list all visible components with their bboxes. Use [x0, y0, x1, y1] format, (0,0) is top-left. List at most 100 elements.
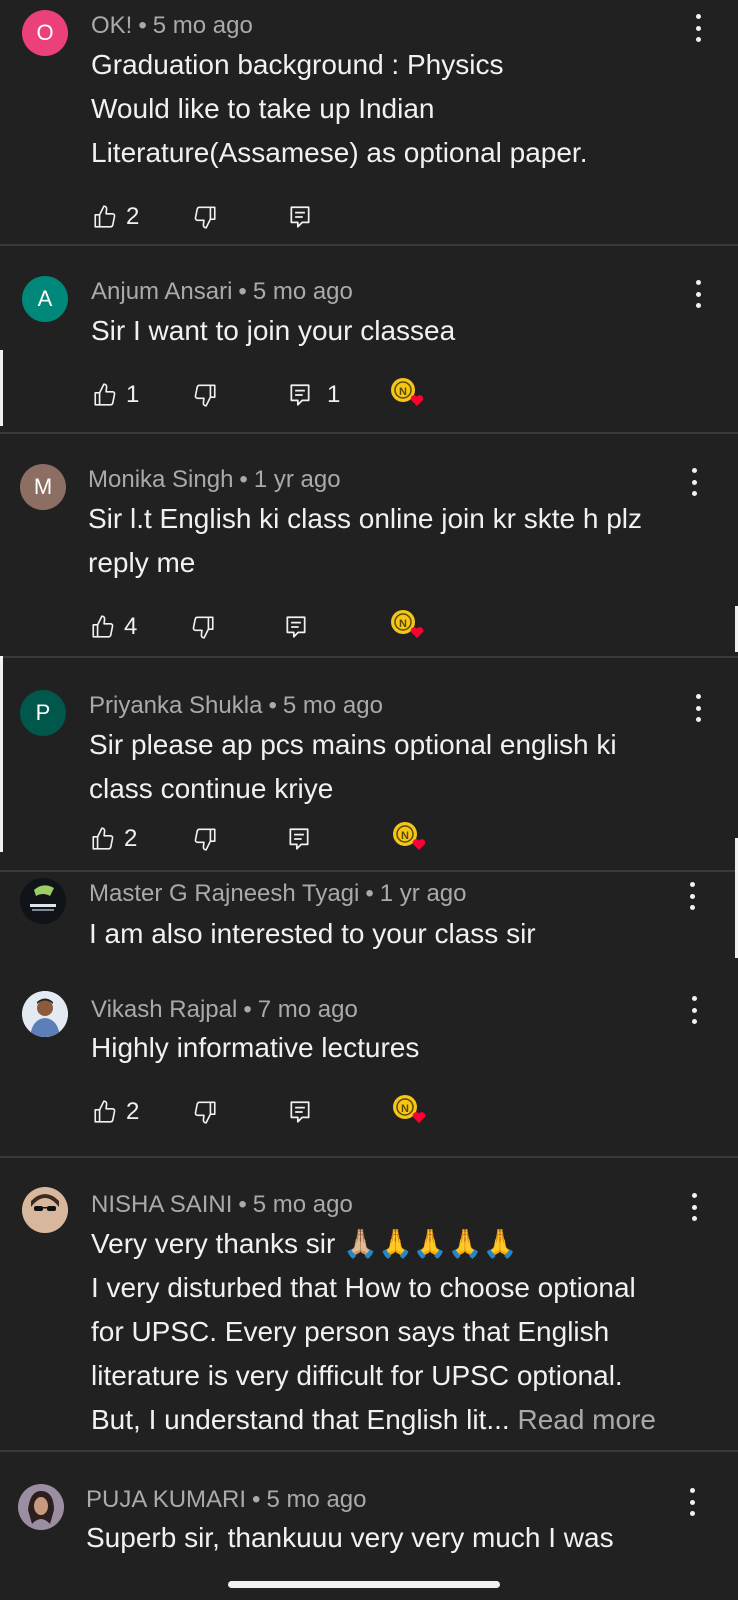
avatar[interactable]: M: [20, 464, 66, 510]
comment-meta: PUJA KUMARI • 5 mo ago: [86, 1486, 367, 1513]
author-name[interactable]: Priyanka Shukla: [89, 692, 262, 719]
creator-heart-icon: N: [393, 1095, 426, 1123]
comment-time: 7 mo ago: [257, 996, 358, 1023]
comment-time: 5 mo ago: [252, 1191, 353, 1218]
comment-text: Sir l.t English ki class online join kr …: [88, 497, 698, 585]
comment-line: literature is very difficult for UPSC op…: [91, 1360, 623, 1391]
more-options-icon[interactable]: [692, 280, 704, 308]
author-name[interactable]: Monika Singh: [88, 466, 233, 493]
comment-text: Very very thanks sir 🙏🏼🙏🙏🙏🙏 I very distu…: [91, 1222, 698, 1442]
more-options-icon[interactable]: [688, 468, 700, 496]
more-options-icon[interactable]: [692, 14, 704, 42]
comment-meta: Priyanka Shukla • 5 mo ago: [89, 692, 383, 719]
comment-line: Very very thanks sir 🙏🏼🙏🙏🙏🙏: [91, 1228, 518, 1259]
author-name[interactable]: PUJA KUMARI: [86, 1486, 246, 1513]
comment-meta: Master G Rajneesh Tyagi • 1 yr ago: [89, 880, 467, 907]
avatar[interactable]: [18, 1484, 64, 1530]
comment-line: Graduation background : Physics: [91, 49, 504, 80]
comment-line: I very disturbed that How to choose opti…: [91, 1272, 636, 1303]
reply-count: 1: [327, 381, 341, 408]
comment-meta: Anjum Ansari • 5 mo ago: [91, 278, 353, 305]
reply-icon: [290, 206, 310, 228]
comment-line: Sir I want to join your classea: [91, 315, 456, 346]
reply-icon: [289, 828, 309, 850]
more-options-icon[interactable]: [688, 996, 700, 1024]
like-button[interactable]: 2: [92, 1097, 139, 1127]
comment-meta: Monika Singh • 1 yr ago: [88, 466, 341, 493]
thumbs-down-icon: [194, 828, 216, 851]
like-button[interactable]: 1: [92, 380, 139, 410]
more-options-icon[interactable]: [688, 1193, 700, 1221]
more-options-icon[interactable]: [686, 882, 698, 910]
comment-line: for UPSC. Every person says that English: [91, 1316, 610, 1347]
svg-text:N: N: [399, 618, 407, 630]
more-options-icon[interactable]: [686, 1488, 698, 1516]
thumbs-down-icon: [192, 616, 214, 639]
author-name[interactable]: Master G Rajneesh Tyagi: [89, 880, 359, 907]
avatar[interactable]: [22, 1187, 68, 1233]
comment-line: I am also interested to your class sir: [89, 918, 536, 949]
reply-button[interactable]: [287, 202, 313, 232]
dislike-button[interactable]: [192, 380, 218, 410]
creator-heart-icon: N: [393, 822, 426, 850]
divider: [0, 870, 738, 872]
comment-text: Highly informative lectures: [91, 1026, 698, 1070]
author-name[interactable]: Anjum Ansari: [91, 278, 232, 305]
comment-line: class continue kriye: [89, 773, 334, 804]
like-count: 1: [126, 381, 140, 408]
comment-line: Would like to take up Indian: [91, 93, 435, 124]
like-count: 4: [124, 613, 138, 640]
thumbs-up-icon: [94, 205, 116, 228]
avatar[interactable]: O: [22, 10, 68, 56]
reply-icon: [286, 616, 306, 638]
svg-text:N: N: [401, 830, 409, 842]
reply-button[interactable]: [286, 824, 312, 854]
home-indicator[interactable]: [228, 1581, 500, 1588]
reply-icon: [290, 1101, 310, 1123]
divider: [0, 432, 738, 434]
comment-meta: OK! • 5 mo ago: [91, 12, 253, 39]
divider: [0, 1450, 738, 1452]
svg-text:N: N: [401, 1103, 409, 1115]
reply-button[interactable]: [287, 1097, 313, 1127]
comment-time: 5 mo ago: [282, 692, 383, 719]
avatar[interactable]: A: [22, 276, 68, 322]
creator-heart-icon: N: [391, 378, 424, 406]
like-count: 2: [124, 825, 138, 852]
edge-line: [0, 350, 3, 426]
thumbs-down-icon: [194, 384, 216, 407]
comment-line: Superb sir, thankuuu very very much I wa…: [86, 1522, 614, 1553]
avatar[interactable]: [20, 878, 66, 924]
dislike-button[interactable]: [192, 202, 218, 232]
comment-meta: Vikash Rajpal • 7 mo ago: [91, 996, 358, 1023]
like-button[interactable]: 4: [90, 612, 137, 642]
author-name[interactable]: OK!: [91, 12, 132, 39]
creator-heart-icon: N: [391, 610, 424, 638]
read-more-link[interactable]: Read more: [517, 1404, 656, 1435]
comment-line: Highly informative lectures: [91, 1032, 420, 1063]
avatar-image: [22, 1187, 68, 1233]
dislike-button[interactable]: [192, 824, 218, 854]
comment-time: 5 mo ago: [266, 1486, 367, 1513]
comment-text: Superb sir, thankuuu very very much I wa…: [86, 1516, 698, 1560]
comment-text: Sir please ap pcs mains optional english…: [89, 723, 698, 811]
comment-time: 1 yr ago: [379, 880, 467, 907]
avatar[interactable]: [22, 991, 68, 1037]
reply-button[interactable]: [283, 612, 309, 642]
comment-time: 1 yr ago: [253, 466, 341, 493]
avatar-image: [22, 991, 68, 1037]
like-count: 2: [126, 203, 140, 230]
like-button[interactable]: 2: [92, 202, 139, 232]
more-options-icon[interactable]: [692, 694, 704, 722]
dislike-button[interactable]: [192, 1097, 218, 1127]
comment-text: Sir I want to join your classea: [91, 309, 698, 353]
comment-meta: NISHA SAINI • 5 mo ago: [91, 1191, 353, 1218]
dislike-button[interactable]: [190, 612, 216, 642]
thumbs-down-icon: [194, 206, 216, 229]
avatar[interactable]: P: [20, 690, 66, 736]
reply-button[interactable]: 1: [287, 380, 340, 410]
author-name[interactable]: NISHA SAINI: [91, 1191, 232, 1218]
avatar-image: [20, 878, 66, 924]
like-button[interactable]: 2: [90, 824, 137, 854]
author-name[interactable]: Vikash Rajpal: [91, 996, 237, 1023]
